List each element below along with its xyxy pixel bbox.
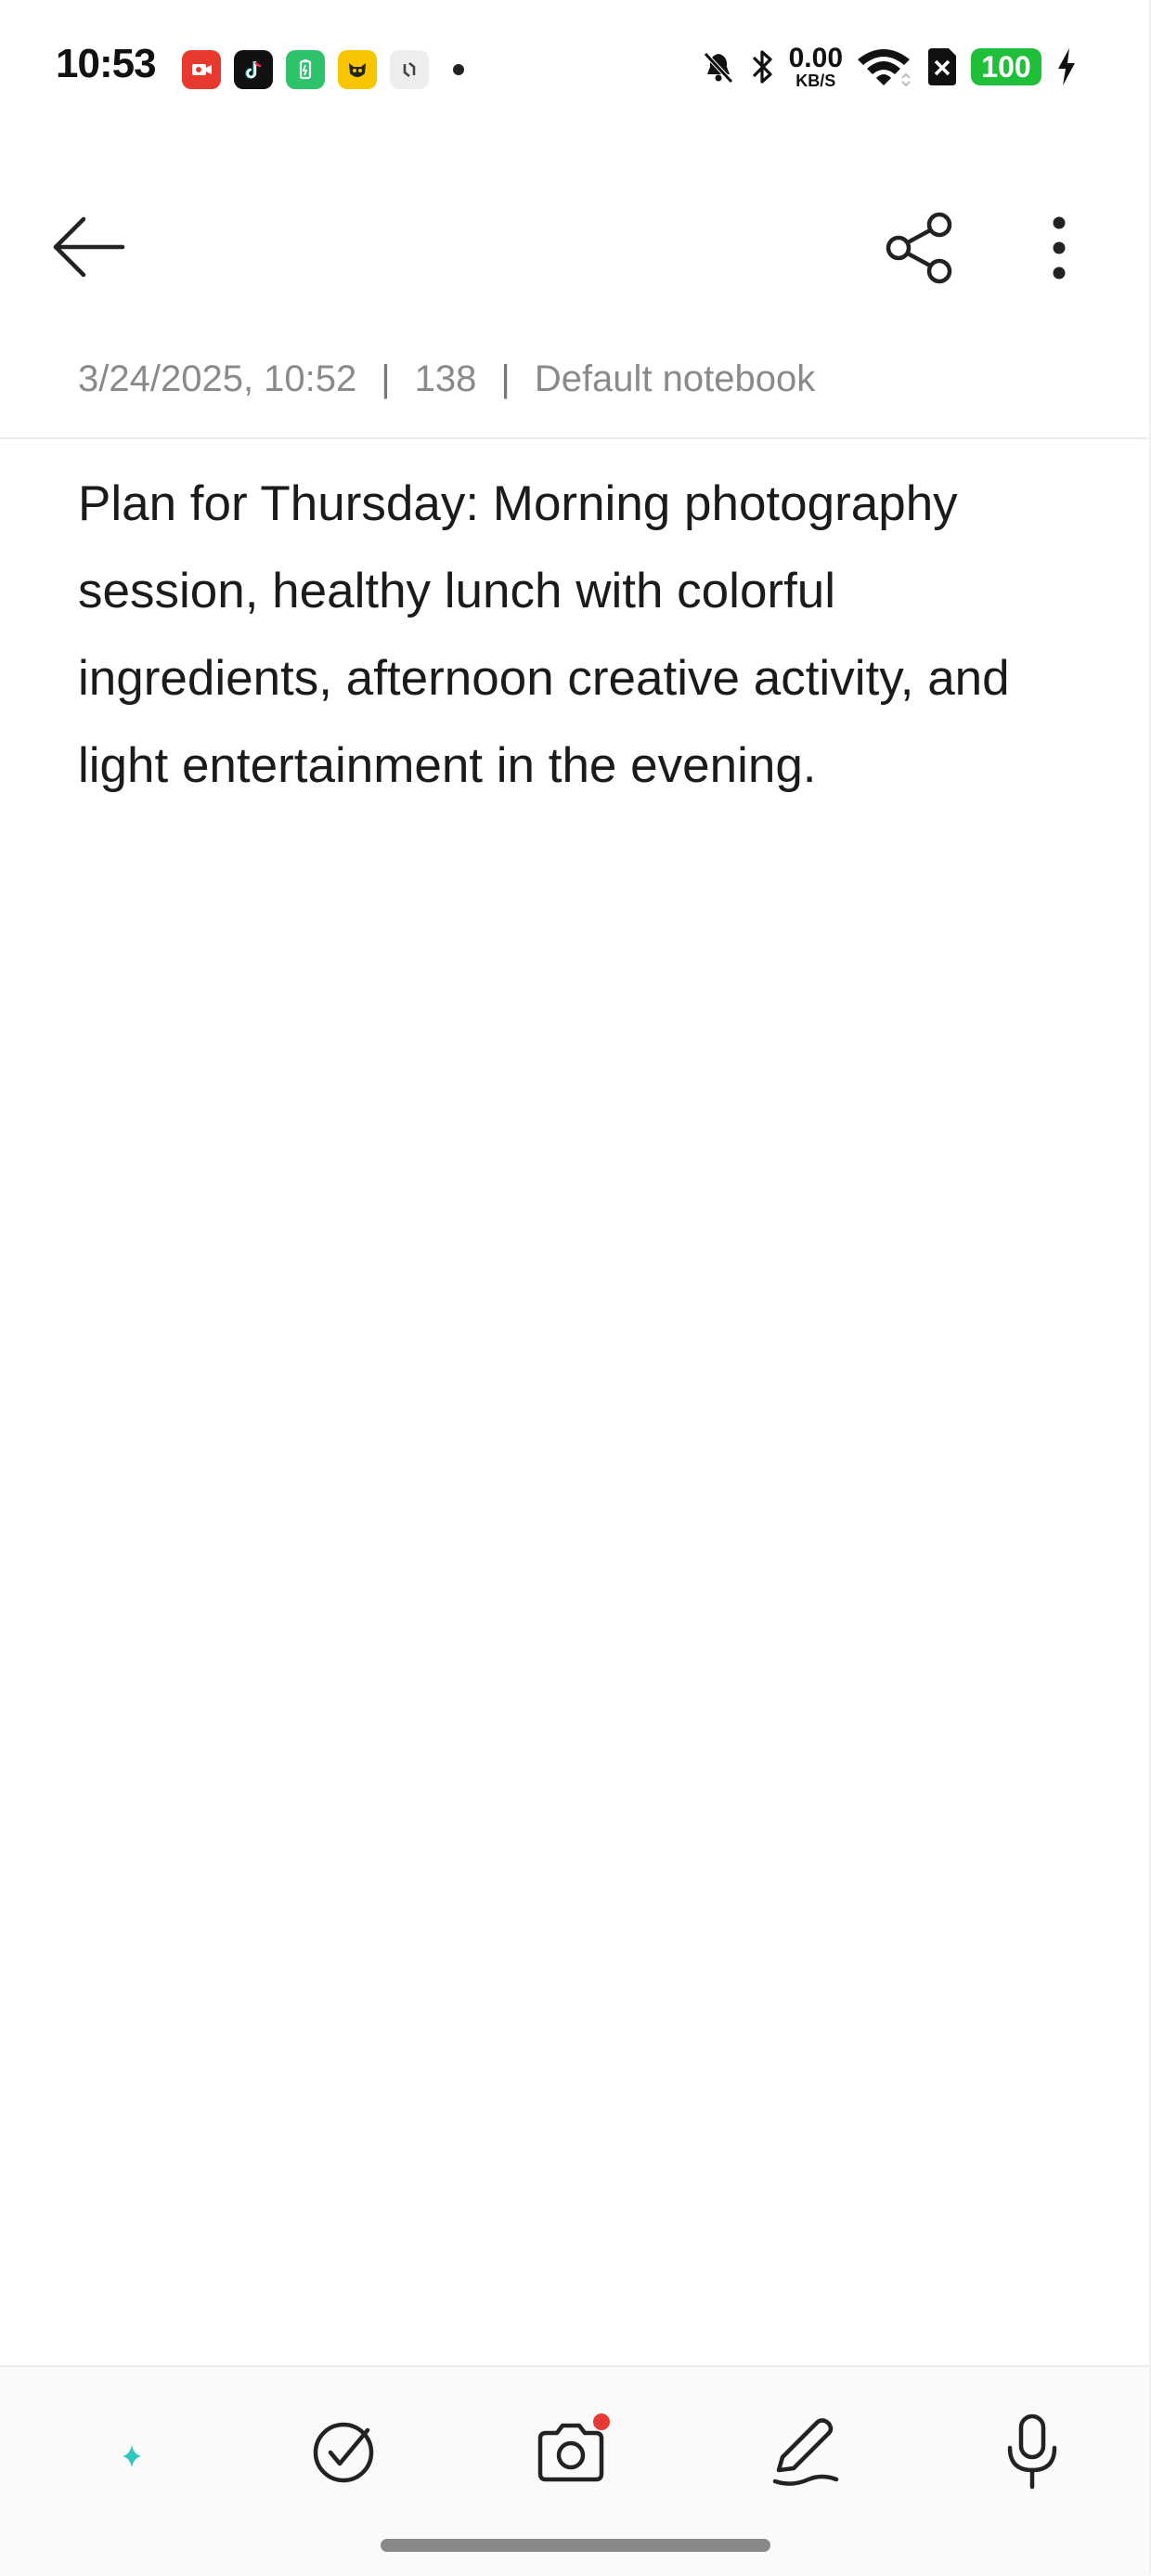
header-divider <box>0 437 1151 439</box>
battery-icon: 100 <box>971 48 1041 85</box>
camera-button[interactable] <box>526 2404 619 2497</box>
voice-input-button[interactable] <box>986 2404 1079 2497</box>
handwriting-button[interactable] <box>759 2404 852 2497</box>
screen-recorder-icon <box>182 50 221 89</box>
ai-format-icon <box>90 2427 144 2472</box>
notebook-selector[interactable]: Default notebook <box>535 358 815 399</box>
camera-icon <box>537 2413 610 2482</box>
note-char-count: 138 <box>414 358 477 399</box>
status-time: 10:53 <box>56 41 157 86</box>
camera-badge <box>593 2413 610 2430</box>
note-meta: 3/24/2025, 10:52 | 138 | Default notebook <box>78 358 815 400</box>
wifi-icon <box>858 49 911 87</box>
share-button[interactable] <box>880 208 960 288</box>
sync-app-icon <box>390 50 429 89</box>
back-button[interactable] <box>48 210 128 284</box>
network-speed-unit: KB/S <box>795 72 836 90</box>
checklist-icon <box>313 2422 374 2483</box>
sim-disabled-icon <box>928 48 956 85</box>
bell-muted-icon <box>703 52 733 84</box>
tiktok-icon <box>234 50 273 89</box>
ai-format-button[interactable] <box>71 2404 163 2497</box>
note-date: 3/24/2025, 10:52 <box>78 358 357 399</box>
checklist-button[interactable] <box>297 2404 390 2497</box>
cat-app-icon <box>338 50 377 89</box>
notification-icons <box>182 50 464 89</box>
bluetooth-icon <box>752 50 772 84</box>
more-options-button[interactable] <box>1028 208 1090 288</box>
battery-saver-icon <box>286 50 325 89</box>
more-vertical-icon <box>1053 216 1066 280</box>
network-speed-value: 0.00 <box>788 43 843 73</box>
share-icon <box>886 212 952 284</box>
note-content[interactable]: Plan for Thursday: Morning photography s… <box>78 461 1099 810</box>
system-icons: 0.00 KB/S 100 <box>700 45 1079 89</box>
handwriting-pen-icon <box>772 2418 839 2486</box>
meta-separator: | <box>381 358 391 399</box>
meta-separator: | <box>500 358 511 399</box>
home-indicator[interactable] <box>381 2539 770 2552</box>
arrow-left-icon <box>53 216 125 278</box>
status-bar: 10:53 0.00 KB/S 100 <box>0 0 1151 139</box>
note-toolbar <box>0 186 1151 306</box>
network-speed: 0.00 KB/S <box>788 43 843 90</box>
more-notifications-dot <box>453 64 464 75</box>
charging-icon <box>1058 48 1075 85</box>
microphone-icon <box>1007 2413 1057 2490</box>
